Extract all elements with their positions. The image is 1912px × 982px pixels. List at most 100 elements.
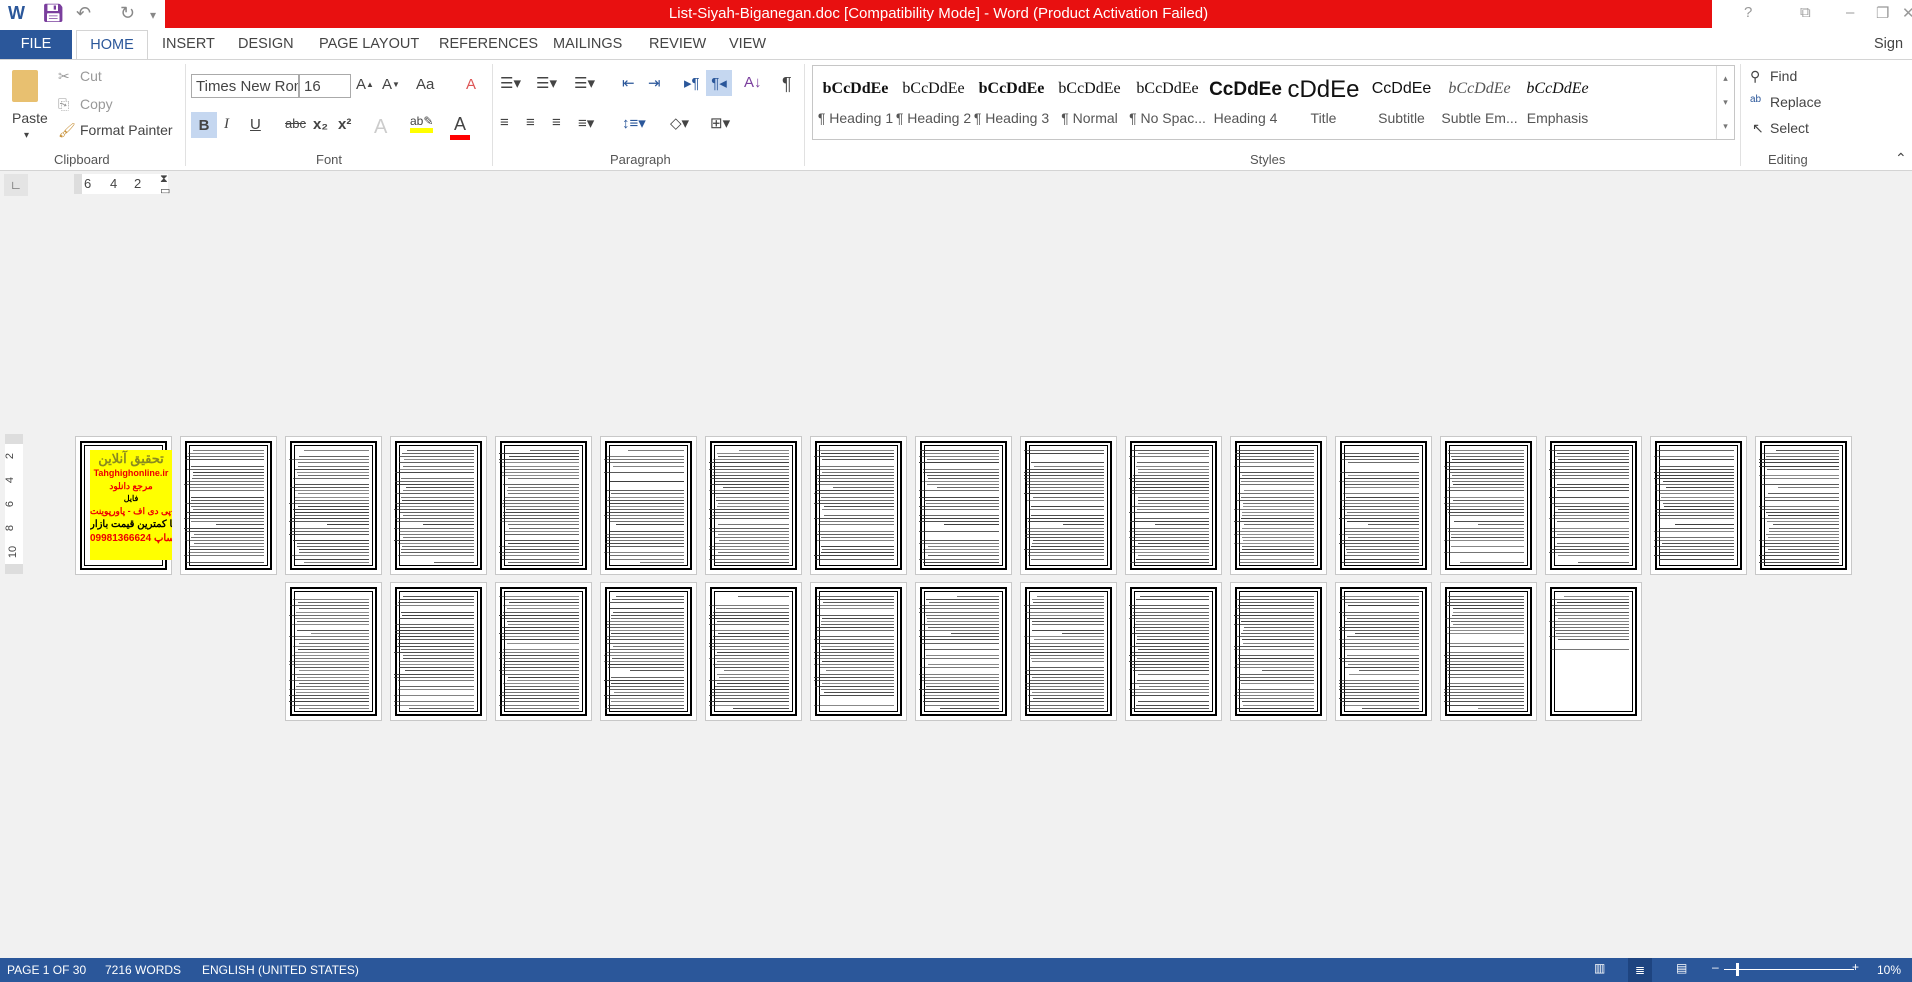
style-heading-3[interactable]: bCcDdEe ¶ Heading 3 — [973, 66, 1050, 139]
page-thumbnail[interactable] — [600, 436, 697, 575]
format-painter-icon[interactable]: 🖌︎ — [58, 122, 76, 139]
tab-page-layout[interactable]: PAGE LAYOUT — [319, 30, 419, 59]
language[interactable]: ENGLISH (UNITED STATES) — [202, 963, 359, 977]
page-thumbnail[interactable] — [1335, 582, 1432, 721]
minimize-button[interactable]: – — [1846, 4, 1854, 21]
page-thumbnail[interactable] — [1440, 436, 1537, 575]
show-formatting-button[interactable]: ¶ — [782, 74, 792, 95]
superscript-button[interactable]: x² — [338, 116, 351, 133]
help-button[interactable]: ? — [1744, 4, 1752, 21]
styles-scroll[interactable]: ▴ ▾ ▾ — [1716, 66, 1734, 139]
change-case-button[interactable]: Aa — [416, 76, 434, 93]
select-icon[interactable]: ↖ — [1752, 120, 1764, 137]
decrease-indent-icon[interactable]: ⇤ — [622, 74, 635, 92]
customize-qat-icon[interactable]: ▾ — [150, 8, 156, 22]
paste-button[interactable]: Paste — [12, 110, 48, 126]
ltr-icon[interactable]: ▸¶ — [684, 74, 700, 92]
replace-icon[interactable]: ab — [1750, 94, 1761, 105]
align-center-icon[interactable]: ≡ — [526, 114, 535, 131]
page-thumbnail[interactable] — [1335, 436, 1432, 575]
sort-icon[interactable]: A↓ — [744, 74, 762, 91]
tab-insert[interactable]: INSERT — [162, 30, 215, 59]
paste-dropdown-icon[interactable]: ▾ — [24, 130, 29, 141]
page-thumbnail[interactable] — [1230, 436, 1327, 575]
tab-review[interactable]: REVIEW — [649, 30, 706, 59]
find-button[interactable]: Find — [1770, 68, 1797, 84]
tab-selector-button[interactable]: ∟ — [4, 174, 28, 196]
line-spacing-icon[interactable]: ↕≡▾ — [622, 114, 646, 132]
rtl-button[interactable]: ¶◂ — [706, 70, 732, 96]
page-thumbnail[interactable] — [1230, 582, 1327, 721]
page-thumbnail[interactable] — [390, 582, 487, 721]
page-count[interactable]: PAGE 1 OF 30 — [7, 963, 86, 977]
style-subtitle[interactable]: CcDdEe Subtitle — [1363, 66, 1440, 139]
text-effects-icon[interactable]: A — [374, 116, 387, 139]
page-thumbnail[interactable]: تحقیق آنلاین Tahghighonline.ir مرجع دانلود… — [75, 436, 172, 575]
zoom-out-button[interactable]: – — [1712, 960, 1719, 974]
style-subtle-em[interactable]: bCcDdEe Subtle Em... — [1441, 66, 1518, 139]
justify-icon[interactable]: ≡▾ — [578, 114, 594, 132]
style-heading-2[interactable]: bCcDdEe ¶ Heading 2 — [895, 66, 972, 139]
page-thumbnail[interactable] — [915, 436, 1012, 575]
strikethrough-button[interactable]: abc — [285, 116, 306, 131]
page-thumbnail[interactable] — [705, 582, 802, 721]
page-thumbnail[interactable] — [495, 436, 592, 575]
page-thumbnail[interactable] — [705, 436, 802, 575]
find-icon[interactable]: ⚲ — [1750, 68, 1760, 85]
collapse-ribbon-icon[interactable]: ⌃ — [1895, 150, 1907, 167]
style-title[interactable]: cDdEe Title — [1285, 66, 1362, 139]
bold-button[interactable]: B — [191, 112, 217, 138]
borders-icon[interactable]: ⊞▾ — [710, 114, 730, 132]
save-icon[interactable]: 💾︎ — [42, 3, 65, 24]
grow-font-icon[interactable]: A ▲ — [356, 76, 374, 93]
zoom-in-button[interactable]: + — [1852, 960, 1859, 974]
style-heading-1[interactable]: bCcDdEe ¶ Heading 1 — [817, 66, 894, 139]
subscript-button[interactable]: x₂ — [313, 116, 328, 133]
cut-button[interactable]: Cut — [80, 68, 102, 84]
undo-icon[interactable]: ↶ — [76, 3, 91, 24]
align-left-icon[interactable]: ≡ — [500, 114, 509, 131]
underline-button[interactable]: U — [250, 116, 261, 133]
tab-mailings[interactable]: MAILINGS — [553, 30, 622, 59]
maximize-button[interactable]: ❐ — [1876, 4, 1889, 22]
page-thumbnail[interactable] — [495, 582, 592, 721]
tab-file[interactable]: FILE — [0, 30, 72, 59]
multilevel-list-icon[interactable]: ☰▾ — [574, 74, 595, 92]
style-no-spac[interactable]: bCcDdEe ¶ No Spac... — [1129, 66, 1206, 139]
copy-button[interactable]: Copy — [80, 96, 113, 112]
numbering-icon[interactable]: ☰▾ — [536, 74, 557, 92]
close-button[interactable]: ✕ — [1902, 4, 1912, 22]
shrink-font-icon[interactable]: A ▼ — [382, 76, 400, 93]
page-thumbnail[interactable] — [285, 582, 382, 721]
highlight-icon[interactable]: ab✎ — [410, 114, 434, 133]
tab-design[interactable]: DESIGN — [238, 30, 294, 59]
shading-icon[interactable]: ◇▾ — [670, 114, 689, 132]
page-thumbnail[interactable] — [810, 436, 907, 575]
paste-icon[interactable] — [12, 70, 38, 102]
page-thumbnail[interactable] — [1125, 436, 1222, 575]
zoom-slider-thumb[interactable] — [1735, 963, 1739, 976]
font-size-input[interactable]: 16 — [299, 74, 351, 98]
tab-home[interactable]: HOME — [76, 30, 148, 60]
clear-formatting-icon[interactable]: A — [466, 76, 476, 93]
tab-view[interactable]: VIEW — [729, 30, 766, 59]
style-emphasis[interactable]: bCcDdEe Emphasis — [1519, 66, 1596, 139]
indent-marker[interactable]: ⧗ ▭ — [160, 173, 170, 197]
ribbon-display-button[interactable]: ⧉ — [1800, 4, 1811, 21]
style-heading-4[interactable]: CcDdEe Heading 4 — [1207, 66, 1284, 139]
web-layout-icon[interactable]: ▤ — [1676, 961, 1687, 975]
page-thumbnail[interactable] — [915, 582, 1012, 721]
zoom-level[interactable]: 10% — [1877, 963, 1901, 977]
zoom-slider[interactable] — [1724, 969, 1854, 970]
page-thumbnail[interactable] — [1020, 582, 1117, 721]
page-thumbnail[interactable] — [1545, 582, 1642, 721]
page-thumbnail[interactable] — [390, 436, 487, 575]
replace-button[interactable]: Replace — [1770, 94, 1821, 110]
read-mode-icon[interactable]: ▥ — [1594, 961, 1605, 975]
sign-in-link[interactable]: Sign in — [1874, 30, 1912, 81]
italic-button[interactable]: I — [224, 116, 229, 133]
page-thumbnail[interactable] — [810, 582, 907, 721]
page-thumbnail[interactable] — [1440, 582, 1537, 721]
increase-indent-icon[interactable]: ⇥ — [648, 74, 661, 92]
style-normal[interactable]: bCcDdEe ¶ Normal — [1051, 66, 1128, 139]
